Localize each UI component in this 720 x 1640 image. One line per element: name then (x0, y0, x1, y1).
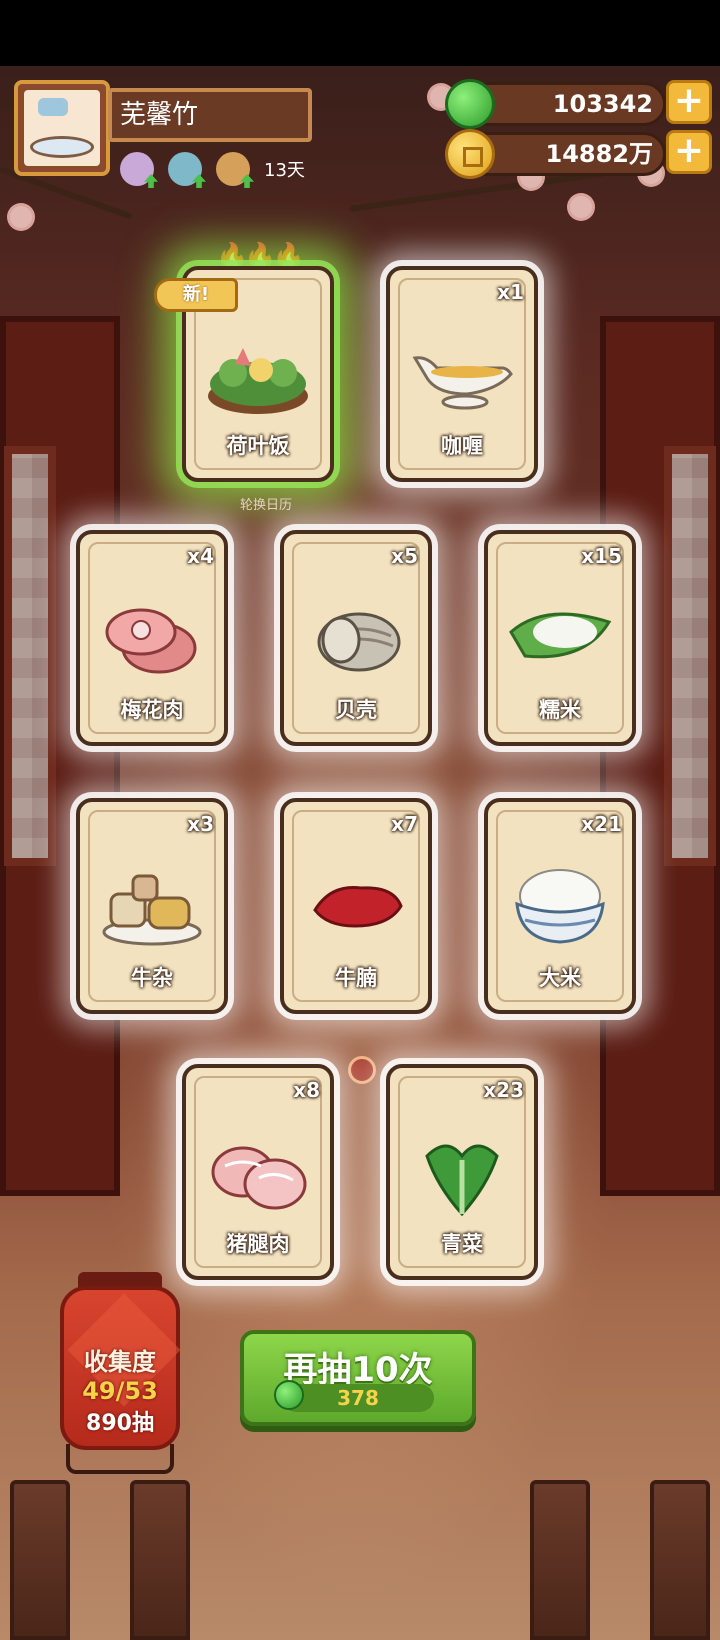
glutinous-rice-leaf-icon (509, 612, 612, 659)
fence-post (650, 1480, 710, 1640)
card-count: x1 (497, 280, 524, 304)
bowl-buff-icon[interactable] (168, 152, 206, 188)
ornament-knob (348, 1056, 376, 1084)
card-count: x23 (483, 1078, 524, 1102)
pork-shoulder-icon (105, 608, 197, 674)
card-count: x21 (581, 812, 622, 836)
card-greens[interactable]: x23 青菜 (386, 1064, 538, 1280)
fence-post (530, 1480, 590, 1640)
card-pork-leg[interactable]: x8 猪腿肉 (182, 1064, 334, 1280)
card-label: 猪腿肉 (226, 1232, 290, 1256)
fence-post (10, 1480, 70, 1640)
card-label: 牛腩 (335, 966, 377, 990)
key-buff-icon[interactable] (216, 152, 254, 188)
chef-buff-icon[interactable] (120, 152, 158, 188)
player-avatar[interactable] (14, 80, 110, 176)
jade-coin-icon (445, 79, 495, 129)
card-count: x15 (581, 544, 622, 568)
days-counter: 13天 (264, 160, 305, 181)
card-label: 大米 (539, 966, 581, 990)
card-rice[interactable]: x21 大米 (484, 798, 636, 1014)
lantern-stand (66, 1444, 174, 1474)
card-label: 牛杂 (131, 966, 173, 990)
card-label: 咖喱 (441, 434, 483, 458)
card-beef-brisket[interactable]: x7 牛腩 (280, 798, 432, 1014)
rice-bowl-icon (515, 869, 605, 944)
curry-boat-icon (412, 356, 513, 410)
jade-currency: 103342 (445, 79, 666, 129)
beef-offal-icon (102, 874, 202, 946)
window-left (4, 446, 56, 866)
collection-progress: 49/53 (82, 1377, 158, 1405)
blossom (570, 196, 592, 218)
coin-amount: 14882万 (545, 140, 654, 168)
player-name: 芜馨竹 (108, 88, 312, 142)
redraw-10-button[interactable]: 再抽10次 378 (240, 1330, 476, 1426)
card-curry[interactable]: x1 咖喱 (386, 266, 538, 482)
bath-tub-icon (24, 90, 100, 166)
fence-post (130, 1480, 190, 1640)
collection-title: 收集度 (84, 1348, 156, 1376)
jade-amount: 103342 (552, 90, 653, 118)
beef-brisket-icon (313, 885, 403, 928)
card-count: x7 (391, 812, 418, 836)
add-coin-button[interactable]: + (666, 130, 712, 174)
bok-choy-icon (425, 1144, 499, 1216)
lotus-rice-icon (208, 348, 308, 414)
card-label: 梅花肉 (120, 698, 184, 722)
window-right (664, 446, 716, 866)
card-label: 糯米 (539, 698, 581, 722)
pork-leg-slices-icon (211, 1146, 307, 1210)
card-count: x4 (187, 544, 214, 568)
card-count: x3 (187, 812, 214, 836)
card-label: 青菜 (441, 1232, 483, 1256)
redraw-cost-value: 378 (337, 1386, 379, 1410)
card-shell[interactable]: x5 贝壳 (280, 530, 432, 746)
card-label: 贝壳 (335, 698, 377, 722)
draw-count: 890抽 (86, 1411, 154, 1436)
status-row: 13天 (120, 152, 305, 188)
card-count: x8 (293, 1078, 320, 1102)
new-badge: 新! (154, 278, 238, 312)
redraw-cost: 378 (274, 1380, 434, 1412)
card-glutinous-rice[interactable]: x15 糯米 (484, 530, 636, 746)
coin-currency: 14882万 (445, 129, 666, 179)
collection-lantern[interactable]: 收集度 49/53 890抽 (60, 1286, 181, 1450)
card-label: 荷叶饭 (226, 434, 290, 458)
card-count: x5 (391, 544, 418, 568)
add-jade-button[interactable]: + (666, 80, 712, 124)
gold-coin-icon (445, 129, 495, 179)
card-beef-offal[interactable]: x3 牛杂 (76, 798, 228, 1014)
card-pork-shoulder[interactable]: x4 梅花肉 (76, 530, 228, 746)
jade-coin-icon (274, 1380, 304, 1410)
blossom (10, 206, 32, 228)
clam-shell-icon (317, 612, 401, 672)
rotation-calendar-caption: 轮换日历 (240, 498, 293, 513)
